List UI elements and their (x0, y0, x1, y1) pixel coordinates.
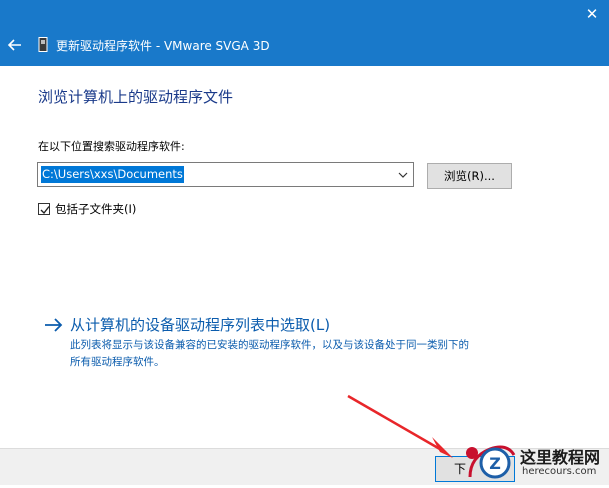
driver-path-combobox[interactable]: C:\Users\xxs\Documents (37, 162, 414, 187)
back-button[interactable] (6, 36, 24, 54)
pick-from-list-description: 此列表将显示与该设备兼容的已安装的驱动程序软件，以及与该设备处于同一类别下的 所… (70, 337, 540, 371)
description-line: 所有驱动程序软件。 (70, 356, 165, 368)
search-location-label: 在以下位置搜索驱动程序软件: (38, 140, 185, 153)
browse-button[interactable]: 浏览(R)... (427, 163, 512, 189)
logo-letter: Z (489, 454, 501, 473)
watermark-name: 这里教程网 (520, 448, 601, 467)
close-button[interactable]: ✕ (580, 5, 604, 23)
title-bar (0, 0, 609, 66)
include-subfolders-label[interactable]: 包括子文件夹(I) (55, 201, 136, 217)
page-heading: 浏览计算机上的驱动程序文件 (38, 88, 234, 106)
window-title: 更新驱动程序软件 - VMware SVGA 3D (56, 39, 270, 53)
pick-from-list-link[interactable]: 从计算机的设备驱动程序列表中选取(L) (70, 314, 330, 335)
check-icon (40, 206, 50, 215)
back-arrow-icon (7, 39, 21, 51)
annotation-arrow-icon (347, 394, 453, 458)
chevron-down-icon[interactable] (398, 170, 408, 180)
arrow-right-icon[interactable] (44, 317, 64, 333)
include-subfolders-checkbox[interactable] (38, 203, 50, 215)
description-line: 此列表将显示与该设备兼容的已安装的驱动程序软件，以及与该设备处于同一类别下的 (70, 339, 469, 351)
watermark-url: herecours.com (522, 466, 597, 477)
device-icon (38, 37, 48, 52)
driver-path-value[interactable]: C:\Users\xxs\Documents (41, 166, 184, 183)
site-logo-icon: Z (466, 445, 516, 479)
